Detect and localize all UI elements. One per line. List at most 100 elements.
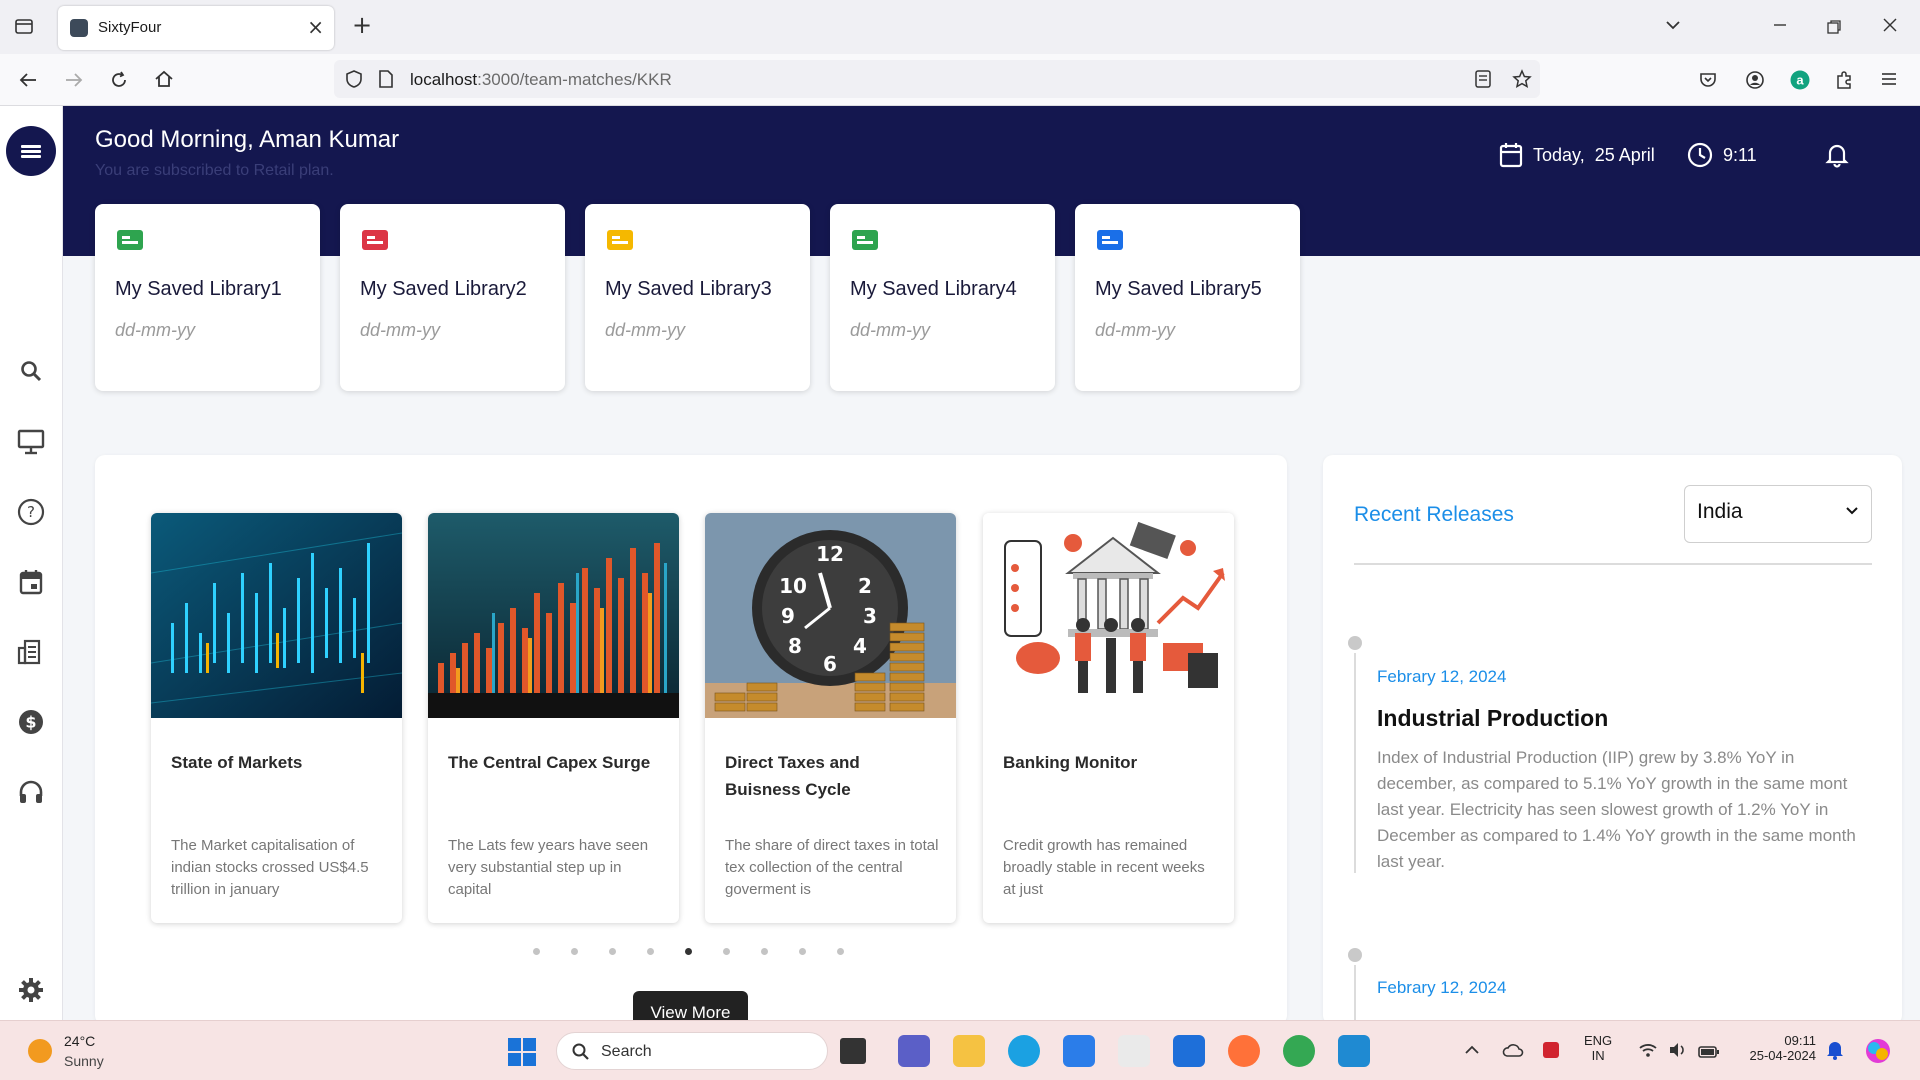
shield-icon[interactable]: [344, 69, 364, 92]
back-icon[interactable]: [18, 70, 38, 93]
region-code: IN: [1591, 1048, 1605, 1063]
today-label: Today,: [1533, 144, 1585, 165]
restore-icon[interactable]: [1827, 17, 1841, 37]
building-icon[interactable]: [16, 637, 46, 667]
tray-chevron-up-icon[interactable]: [1464, 1041, 1480, 1061]
tab-overview-icon[interactable]: [14, 16, 34, 39]
pocket-icon[interactable]: [1698, 70, 1718, 93]
minimize-icon[interactable]: [1772, 16, 1788, 36]
hamburger-menu-button[interactable]: [6, 126, 56, 176]
clock-icon: [1687, 142, 1713, 168]
search-icon[interactable]: [16, 356, 46, 386]
notifications-bell-icon[interactable]: [1826, 1040, 1844, 1063]
firefox-icon[interactable]: [1228, 1035, 1260, 1067]
close-window-icon[interactable]: [1882, 16, 1898, 36]
store-icon[interactable]: [1063, 1035, 1095, 1067]
browser-tab[interactable]: SixtyFour ×: [58, 6, 334, 50]
help-icon[interactable]: ?: [16, 497, 46, 527]
search-label: Search: [601, 1043, 652, 1060]
svg-text:6: 6: [823, 652, 837, 676]
url-text[interactable]: localhost:3000/team-matches/KKR: [410, 70, 672, 90]
forward-icon[interactable]: [64, 70, 84, 93]
new-tab-icon[interactable]: +: [352, 13, 372, 37]
release-title[interactable]: Industrial Production: [1377, 705, 1608, 732]
carousel-dot[interactable]: [837, 948, 844, 955]
taskbar-search[interactable]: Search: [556, 1032, 828, 1070]
bookmark-star-icon[interactable]: [1512, 69, 1532, 92]
capex-bars-image: [428, 513, 679, 718]
svg-text:3: 3: [863, 604, 877, 628]
article-card[interactable]: The Central Capex Surge The Lats few yea…: [428, 513, 679, 923]
carousel-dot[interactable]: [571, 948, 578, 955]
browser-tab-bar: SixtyFour × +: [0, 0, 1920, 54]
edge-icon[interactable]: [1008, 1035, 1040, 1067]
saved-library-card[interactable]: My Saved Library4 dd-mm-yy: [830, 204, 1055, 391]
monitor-icon[interactable]: [16, 427, 46, 457]
chrome-icon[interactable]: [1283, 1035, 1315, 1067]
windows-start-icon[interactable]: [508, 1038, 536, 1066]
headset-icon[interactable]: [16, 777, 46, 807]
article-title: Banking Monitor: [1003, 753, 1138, 772]
carousel-dot[interactable]: [647, 948, 654, 955]
carousel-dot[interactable]: [799, 948, 806, 955]
volume-icon[interactable]: [1668, 1041, 1688, 1061]
reload-icon[interactable]: [109, 70, 129, 93]
carousel-dot[interactable]: [685, 948, 692, 955]
react-logo-icon: [70, 19, 88, 37]
time-value: 9:11: [1723, 144, 1757, 165]
saved-library-card[interactable]: My Saved Library3 dd-mm-yy: [585, 204, 810, 391]
library-name: My Saved Library3: [605, 278, 772, 300]
vscode-icon[interactable]: [1338, 1035, 1370, 1067]
sun-icon[interactable]: [28, 1039, 52, 1063]
onedrive-icon[interactable]: [1502, 1041, 1524, 1061]
library-date: dd-mm-yy: [360, 320, 440, 340]
copilot-icon[interactable]: [1864, 1037, 1892, 1068]
article-card[interactable]: Banking Monitor Credit growth has remain…: [983, 513, 1234, 923]
url-bar[interactable]: localhost:3000/team-matches/KKR: [334, 60, 1540, 98]
url-host: localhost: [410, 70, 478, 89]
weather-condition[interactable]: Sunny: [64, 1053, 104, 1069]
extensions-puzzle-icon[interactable]: [1834, 70, 1854, 93]
teams-icon[interactable]: [898, 1035, 930, 1067]
timeline-line: [1354, 653, 1356, 873]
carousel-dot[interactable]: [609, 948, 616, 955]
article-card[interactable]: 12 2 3 4 6 8 9 10 Direct Taxes and Buisness Cy…: [705, 513, 956, 923]
task-view-icon[interactable]: [840, 1038, 866, 1064]
weather-temperature[interactable]: 24°C: [64, 1033, 95, 1049]
saved-library-card[interactable]: My Saved Library2 dd-mm-yy: [340, 204, 565, 391]
tab-list-chevron-icon[interactable]: [1664, 16, 1682, 37]
carousel-dot[interactable]: [533, 948, 540, 955]
system-clock[interactable]: 09:11 25-04-2024: [1746, 1033, 1817, 1063]
wifi-icon[interactable]: [1638, 1041, 1658, 1061]
calendar-icon[interactable]: [16, 567, 46, 597]
language-indicator[interactable]: ENG IN: [1584, 1033, 1612, 1063]
saved-library-card[interactable]: My Saved Library5 dd-mm-yy: [1075, 204, 1300, 391]
greeting-text: Good Morning, Aman Kumar: [95, 126, 400, 153]
extension-badge-icon[interactable]: a: [1790, 70, 1810, 93]
timeline-line: [1354, 965, 1356, 1025]
notification-bell-icon[interactable]: [1825, 142, 1849, 172]
carousel-dot[interactable]: [723, 948, 730, 955]
close-tab-icon[interactable]: ×: [307, 15, 324, 39]
svg-text:8: 8: [788, 634, 802, 658]
search-icon: [572, 1043, 589, 1060]
security-icon[interactable]: [1542, 1041, 1560, 1062]
library-card-icon: [117, 230, 143, 250]
article-card[interactable]: State of Markets The Market capitalisati…: [151, 513, 402, 923]
account-icon[interactable]: [1745, 70, 1765, 93]
carousel-dot[interactable]: [761, 948, 768, 955]
settings-gear-icon[interactable]: [16, 975, 46, 1005]
windows-taskbar: 24°C Sunny Search ENG IN 09:11 25-04-202…: [0, 1020, 1920, 1080]
dollar-icon[interactable]: $: [16, 707, 46, 737]
file-explorer-icon[interactable]: [953, 1035, 985, 1067]
amazon-icon[interactable]: [1118, 1035, 1150, 1067]
battery-icon[interactable]: [1698, 1042, 1720, 1062]
reader-view-icon[interactable]: [1474, 69, 1492, 92]
app-icon[interactable]: [1173, 1035, 1205, 1067]
saved-library-card[interactable]: My Saved Library1 dd-mm-yy: [95, 204, 320, 391]
app-menu-icon[interactable]: [1880, 70, 1898, 91]
divider: [1354, 563, 1872, 565]
home-icon[interactable]: [154, 69, 174, 92]
country-select[interactable]: India: [1684, 485, 1872, 543]
language-code: ENG: [1584, 1033, 1613, 1048]
